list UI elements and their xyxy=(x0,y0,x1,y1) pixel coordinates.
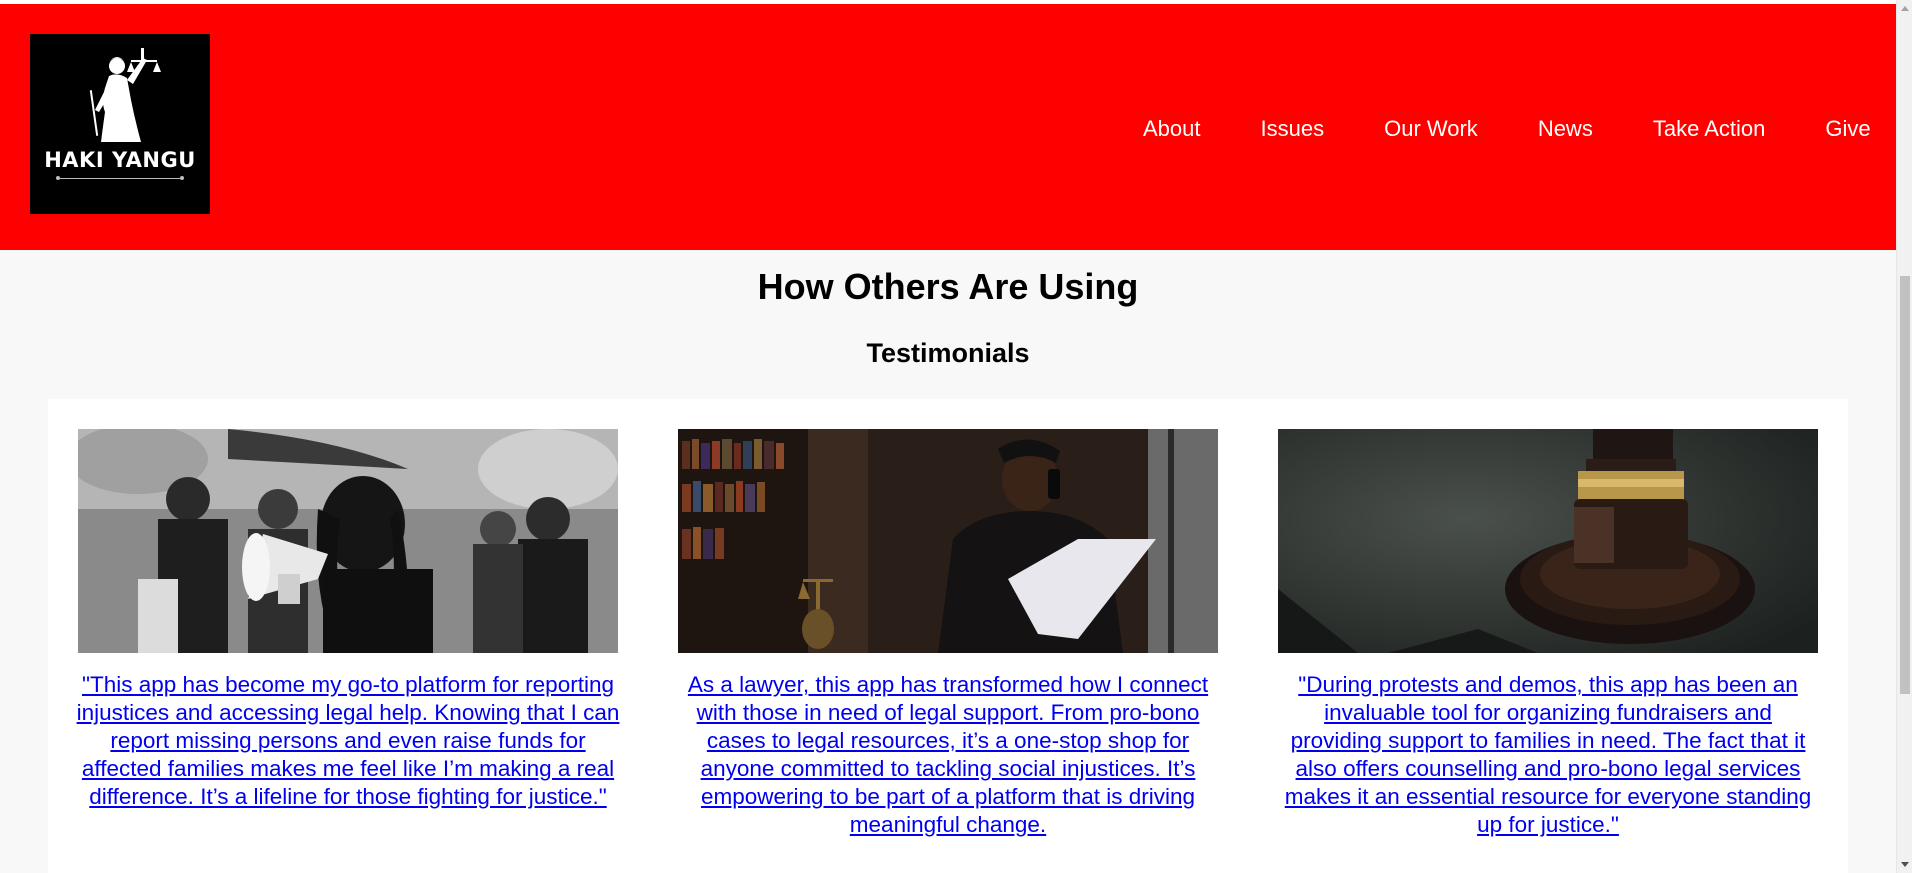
nav-give[interactable]: Give xyxy=(1825,116,1870,142)
section-subtitle: Testimonials xyxy=(866,338,1030,368)
vertical-scrollbar[interactable] xyxy=(1896,0,1912,873)
gavel-photo xyxy=(1278,429,1818,653)
main-nav: About Issues Our Work News Take Action G… xyxy=(1143,116,1896,142)
nav-issues[interactable]: Issues xyxy=(1261,116,1325,142)
section-title: How Others Are Using xyxy=(757,266,1139,307)
testimonial-card: "During protests and demos, this app has… xyxy=(1248,399,1848,873)
lawyer-reading-document-photo xyxy=(678,429,1218,653)
testimonial-quote-link[interactable]: "During protests and demos, this app has… xyxy=(1276,671,1820,839)
scroll-up-arrow-icon[interactable] xyxy=(1897,0,1912,17)
nav-take-action[interactable]: Take Action xyxy=(1653,116,1766,142)
testimonial-card: As a lawyer, this app has transformed ho… xyxy=(648,399,1248,873)
logo-text: HAKI YANGU xyxy=(44,148,196,172)
scroll-down-arrow-icon[interactable] xyxy=(1897,856,1912,873)
testimonial-quote-link[interactable]: "This app has become my go-to platform f… xyxy=(76,671,620,811)
protest-megaphone-photo xyxy=(78,429,618,653)
scrollbar-thumb[interactable] xyxy=(1900,276,1910,694)
nav-about[interactable]: About xyxy=(1143,116,1201,142)
testimonial-quote-link[interactable]: As a lawyer, this app has transformed ho… xyxy=(676,671,1220,839)
testimonial-card: "This app has become my go-to platform f… xyxy=(48,399,648,873)
nav-our-work[interactable]: Our Work xyxy=(1384,116,1478,142)
site-logo[interactable]: HAKI YANGU xyxy=(30,34,210,214)
nav-news[interactable]: News xyxy=(1538,116,1593,142)
logo-divider xyxy=(56,176,184,180)
page: HAKI YANGU About Issues Our Work News Ta… xyxy=(0,0,1896,873)
lady-justice-icon xyxy=(89,48,161,142)
site-header: HAKI YANGU About Issues Our Work News Ta… xyxy=(0,4,1896,250)
